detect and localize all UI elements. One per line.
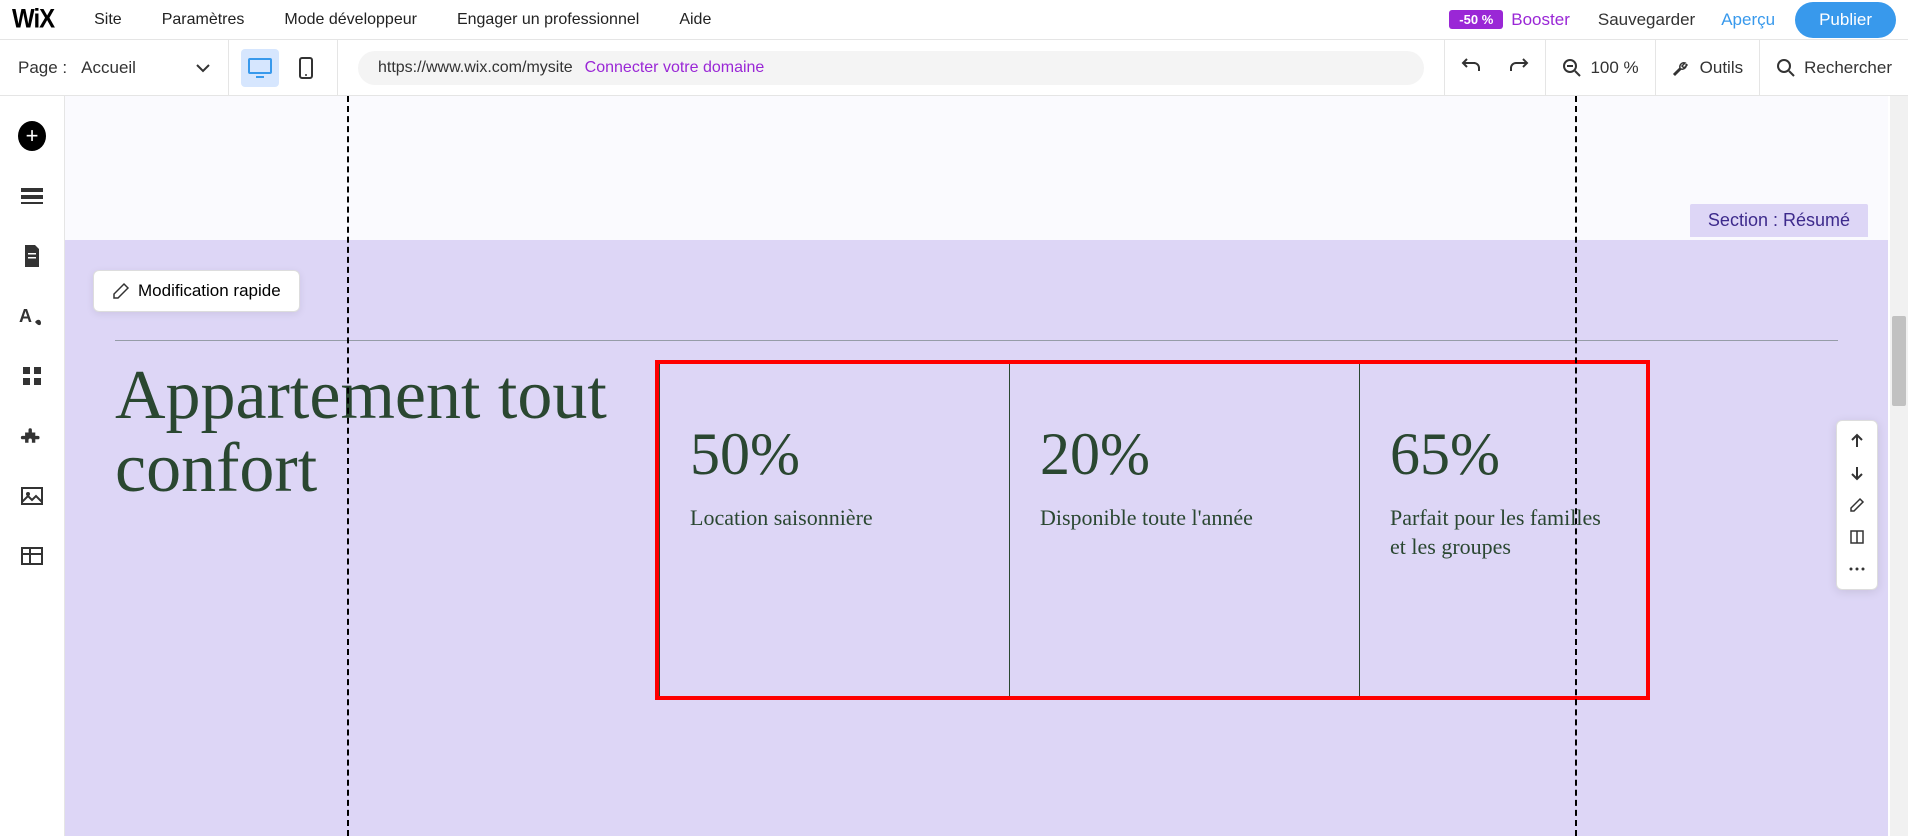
ellipsis-icon [1849, 567, 1865, 571]
floating-section-toolbar [1836, 420, 1878, 590]
zoom-control[interactable]: 100 % [1546, 40, 1655, 95]
menu-dev-mode[interactable]: Mode développeur [284, 11, 417, 29]
divider-line [115, 340, 1838, 341]
page-icon [21, 243, 43, 269]
pencil-icon [1849, 497, 1865, 513]
publish-button[interactable]: Publier [1795, 2, 1896, 38]
image-icon [20, 486, 44, 506]
desktop-view-button[interactable] [241, 49, 279, 87]
connect-domain-link[interactable]: Connecter votre domaine [585, 59, 765, 77]
tools-button[interactable]: Outils [1656, 40, 1760, 95]
plus-circle-icon: + [18, 121, 46, 151]
canvas-wrapper: Section : Résumé Modification rapide App… [65, 96, 1888, 836]
stat-value: 20% [1040, 424, 1329, 484]
theme-icon: A [19, 304, 45, 328]
url-text: https://www.wix.com/mysite [378, 59, 573, 77]
table-icon [20, 546, 44, 566]
edit-section-button[interactable] [1843, 491, 1871, 519]
wrench-icon [1672, 58, 1692, 78]
save-button[interactable]: Sauvegarder [1598, 10, 1695, 30]
media-button[interactable] [18, 482, 46, 510]
menu-hire-pro[interactable]: Engager un professionnel [457, 11, 639, 29]
arrow-up-icon [1849, 433, 1865, 449]
menu-help[interactable]: Aide [679, 11, 711, 29]
search-icon [1776, 58, 1796, 78]
design-button[interactable]: A [18, 302, 46, 330]
layout-button[interactable] [1843, 523, 1871, 551]
zoom-out-icon [1562, 58, 1582, 78]
stat-label: Location saisonnière [690, 504, 979, 533]
stat-item[interactable]: 65% Parfait pour les familles et les gro… [1359, 364, 1646, 696]
sections-button[interactable] [18, 182, 46, 210]
stat-label: Parfait pour les familles et les groupes [1390, 504, 1616, 561]
mobile-icon [298, 56, 314, 80]
move-down-button[interactable] [1843, 459, 1871, 487]
layout-icon [1849, 529, 1865, 545]
desktop-icon [247, 57, 273, 79]
zoom-value: 100 % [1590, 58, 1638, 78]
quick-edit-button[interactable]: Modification rapide [93, 270, 300, 312]
stats-repeater[interactable]: 50% Location saisonnière 20% Disponible … [655, 360, 1650, 700]
content-manager-button[interactable] [18, 542, 46, 570]
ruler-guide-right [1575, 96, 1577, 836]
wix-logo[interactable]: WiX [12, 4, 54, 35]
left-sidebar: + A [0, 96, 65, 836]
sections-icon [19, 186, 45, 206]
menu-site[interactable]: Site [94, 11, 122, 29]
undo-button[interactable] [1461, 56, 1483, 79]
search-label: Rechercher [1804, 58, 1892, 78]
stat-value: 65% [1390, 424, 1616, 484]
grid-icon [21, 365, 43, 387]
redo-button[interactable] [1507, 56, 1529, 79]
booster-link[interactable]: Booster [1511, 10, 1570, 30]
stat-label: Disponible toute l'année [1040, 504, 1329, 533]
puzzle-icon [20, 424, 44, 448]
add-element-button[interactable]: + [18, 122, 46, 150]
page-dropdown[interactable]: Accueil [81, 58, 210, 78]
page-dropdown-value: Accueil [81, 58, 136, 78]
move-up-button[interactable] [1843, 427, 1871, 455]
chevron-down-icon [196, 58, 210, 78]
preview-button[interactable]: Aperçu [1721, 10, 1775, 30]
tools-label: Outils [1700, 58, 1743, 78]
top-menu-bar: WiX Site Paramètres Mode développeur Eng… [0, 0, 1908, 40]
scrollbar-track[interactable] [1890, 96, 1908, 836]
canvas[interactable]: Section : Résumé Modification rapide App… [65, 96, 1888, 836]
page-selector-section: Page : Accueil [0, 40, 229, 95]
svg-text:A: A [19, 306, 32, 326]
stat-item[interactable]: 50% Location saisonnière [659, 364, 1009, 696]
stat-value: 50% [690, 424, 979, 484]
apps-button[interactable] [18, 362, 46, 390]
app-market-button[interactable] [18, 422, 46, 450]
section-label[interactable]: Section : Résumé [1690, 204, 1868, 237]
redo-icon [1507, 56, 1529, 74]
scrollbar-thumb[interactable] [1892, 316, 1906, 406]
content-row: Appartement tout confort 50% Location sa… [65, 270, 1888, 700]
url-bar: https://www.wix.com/mysite Connecter vot… [338, 40, 1445, 95]
search-button[interactable]: Rechercher [1760, 40, 1908, 95]
section-above[interactable] [65, 96, 1888, 240]
undo-icon [1461, 56, 1483, 74]
discount-badge: -50 % [1449, 10, 1503, 29]
pencil-icon [112, 282, 130, 300]
editor-toolbar: Page : Accueil https://www.wix.com/mysit… [0, 40, 1908, 96]
undo-redo-group [1445, 40, 1546, 95]
section-resume[interactable]: Section : Résumé Modification rapide App… [65, 240, 1888, 836]
heading-column[interactable]: Appartement tout confort [115, 360, 655, 700]
more-options-button[interactable] [1843, 555, 1871, 583]
quick-edit-label: Modification rapide [138, 281, 281, 301]
url-pill: https://www.wix.com/mysite Connecter vot… [358, 51, 1424, 85]
section-heading[interactable]: Appartement tout confort [115, 360, 625, 506]
arrow-down-icon [1849, 465, 1865, 481]
stat-item[interactable]: 20% Disponible toute l'année [1009, 364, 1359, 696]
ruler-guide-left [347, 96, 349, 836]
page-label: Page : [18, 58, 67, 78]
menu-parametres[interactable]: Paramètres [162, 11, 245, 29]
pages-button[interactable] [18, 242, 46, 270]
device-toggle-section [229, 40, 338, 95]
mobile-view-button[interactable] [287, 49, 325, 87]
